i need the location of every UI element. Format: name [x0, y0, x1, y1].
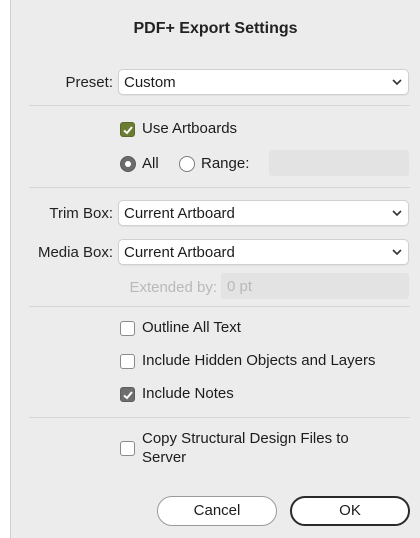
- extended-by-value: 0 pt: [227, 278, 253, 295]
- include-notes-checkbox[interactable]: [120, 387, 135, 402]
- separator: [29, 306, 410, 307]
- preset-value: Custom: [124, 74, 176, 91]
- trim-box-select[interactable]: Current Artboard: [118, 200, 409, 226]
- outline-all-text-checkbox[interactable]: [120, 321, 135, 336]
- export-settings-dialog: PDF+ Export Settings Preset: Custom Use …: [10, 0, 420, 538]
- chevron-down-icon: [392, 210, 402, 217]
- extended-by-label: Extended by:: [129, 279, 217, 296]
- checkmark-icon: [123, 391, 133, 400]
- media-box-select[interactable]: Current Artboard: [118, 239, 409, 265]
- all-radio-label: All: [142, 155, 159, 172]
- include-hidden-objects-label: Include Hidden Objects and Layers: [142, 352, 376, 369]
- range-radio-label: Range:: [201, 155, 250, 172]
- chevron-down-icon: [392, 249, 402, 256]
- ok-button[interactable]: OK: [290, 496, 410, 526]
- include-notes-label: Include Notes: [142, 385, 234, 402]
- separator: [29, 105, 410, 106]
- separator: [29, 417, 410, 418]
- copy-structural-files-label: Copy Structural Design Files to Server: [142, 429, 349, 467]
- preset-label: Preset:: [65, 74, 113, 91]
- trim-box-label: Trim Box:: [49, 205, 113, 222]
- dialog-title: PDF+ Export Settings: [133, 20, 298, 37]
- checkmark-icon: [123, 126, 133, 135]
- range-radio[interactable]: [179, 156, 195, 172]
- copy-structural-files-checkbox[interactable]: [120, 441, 135, 456]
- preset-select[interactable]: Custom: [118, 69, 409, 95]
- cancel-button[interactable]: Cancel: [157, 496, 277, 526]
- outline-all-text-label: Outline All Text: [142, 319, 241, 336]
- extended-by-input[interactable]: 0 pt: [221, 273, 409, 299]
- all-radio[interactable]: [120, 156, 136, 172]
- trim-box-value: Current Artboard: [124, 205, 235, 222]
- chevron-down-icon: [392, 79, 402, 86]
- use-artboards-label: Use Artboards: [142, 120, 238, 137]
- copy-structural-line1: Copy Structural Design Files to: [142, 430, 349, 447]
- separator: [29, 187, 410, 188]
- media-box-value: Current Artboard: [124, 244, 235, 261]
- use-artboards-checkbox[interactable]: [120, 122, 135, 137]
- media-box-label: Media Box:: [37, 244, 113, 261]
- copy-structural-line2: Server: [142, 449, 187, 466]
- range-input[interactable]: [269, 150, 409, 176]
- include-hidden-objects-checkbox[interactable]: [120, 354, 135, 369]
